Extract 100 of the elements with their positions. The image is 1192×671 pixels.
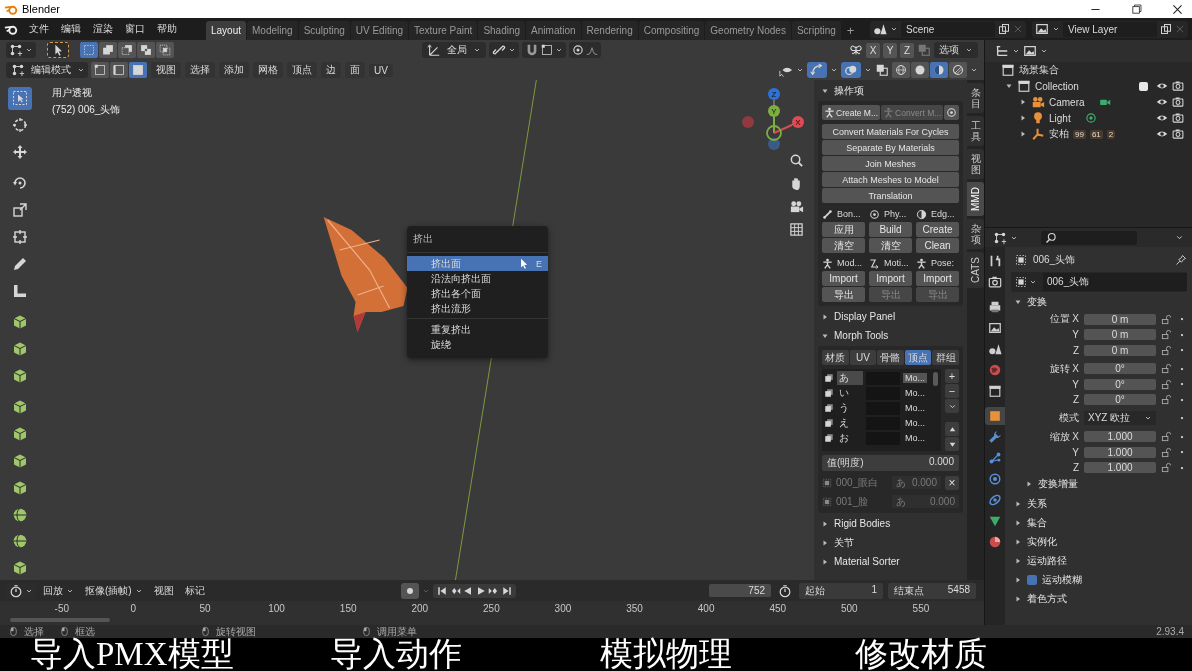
shading-button[interactable] — [949, 62, 967, 78]
open-lock-icon[interactable] — [1161, 313, 1172, 325]
collapsed-triangle-icon[interactable] — [821, 519, 829, 528]
morph-type-tab[interactable]: 顶点 — [904, 350, 932, 365]
panel-title[interactable]: Morph Tools — [834, 330, 889, 341]
workspace-tab[interactable]: Animation — [526, 21, 581, 40]
number-field[interactable]: 0° — [1084, 394, 1156, 406]
sidebar-tab[interactable]: MMD — [967, 182, 984, 216]
morph-type-tab[interactable]: 骨骼 — [877, 350, 904, 365]
shading-button[interactable] — [911, 62, 929, 78]
collapsed-triangle-icon[interactable] — [1014, 500, 1022, 508]
menu-item[interactable]: 编辑 — [56, 22, 86, 36]
pin-icon[interactable] — [1175, 254, 1187, 266]
menu-dropdown[interactable]: 回放 — [39, 583, 78, 598]
workspace-tab[interactable]: Geometry Nodes — [705, 21, 791, 40]
render-camera-icon[interactable] — [1172, 112, 1184, 124]
move-up-button[interactable] — [945, 422, 959, 436]
movie-camera-icon[interactable] — [789, 199, 804, 214]
operator-button[interactable]: 清空 — [822, 238, 865, 253]
tree-item[interactable]: 场景集合 — [1019, 63, 1059, 77]
collapsed-triangle-icon[interactable] — [1025, 480, 1033, 488]
expanded-triangle-icon[interactable] — [1005, 82, 1013, 90]
panel-title[interactable]: 操作项 — [834, 83, 864, 98]
sidebar-tab[interactable]: CATS — [967, 251, 984, 288]
number-field[interactable]: 0 m — [1084, 344, 1156, 356]
cone-sphere-icon[interactable] — [873, 22, 887, 36]
start-frame-field[interactable]: 起始 1 — [799, 582, 883, 599]
workspace-tab[interactable]: Shading — [478, 21, 526, 40]
open-lock-icon[interactable] — [1161, 344, 1172, 356]
number-field[interactable]: 0 m — [1084, 329, 1156, 341]
operator-button[interactable]: Convert Materials For Cycles — [822, 124, 959, 139]
skip-end-icon[interactable] — [501, 584, 514, 597]
mirror-axis-toggle[interactable]: X — [866, 42, 880, 58]
shading-button[interactable] — [892, 62, 910, 78]
stopwatch-icon[interactable] — [778, 583, 792, 598]
operator-button[interactable]: Translation — [822, 188, 959, 203]
checkbox[interactable] — [1139, 81, 1148, 91]
caret-icon[interactable] — [1175, 233, 1184, 242]
select-mode-button[interactable] — [129, 62, 147, 78]
menu-item[interactable]: 视图 — [149, 583, 178, 598]
mirror-axis-toggle[interactable]: Y — [883, 42, 897, 58]
menu-item[interactable]: 窗口 — [120, 22, 150, 36]
panel-title[interactable]: 关节 — [834, 535, 854, 550]
number-field[interactable]: 值(明度) 0.000 — [822, 455, 959, 471]
morph-type-tab[interactable]: 材质 — [822, 350, 849, 365]
collapsed-triangle-icon[interactable] — [821, 557, 829, 566]
open-lock-icon[interactable] — [1161, 378, 1172, 390]
menu-item[interactable]: 挤出各个面 — [407, 286, 548, 301]
open-lock-icon[interactable] — [1161, 446, 1172, 458]
menu-item[interactable]: 标记 — [180, 583, 209, 598]
open-lock-icon[interactable] — [1161, 394, 1172, 406]
editor-type-icon[interactable] — [993, 230, 1007, 245]
menu-item[interactable]: 旋绕 — [407, 337, 548, 352]
expanded-triangle-icon[interactable] — [1014, 298, 1022, 306]
butterfly-icon[interactable] — [849, 43, 863, 57]
menu-item[interactable]: 添加 — [219, 62, 249, 78]
menu-item[interactable]: 选择 — [185, 62, 215, 78]
workspace-tab[interactable]: Modeling — [247, 21, 298, 40]
panel-title[interactable]: 变换增量 — [1038, 477, 1078, 491]
number-field[interactable]: 0° — [1084, 378, 1156, 390]
add-workspace-button[interactable]: + — [841, 21, 860, 40]
mirror-axis-toggle[interactable]: Z — [900, 42, 914, 58]
scrollbar[interactable] — [933, 372, 938, 386]
panel-title[interactable]: Rigid Bodies — [834, 518, 891, 529]
maximize-icon[interactable] — [1130, 2, 1143, 16]
options-dropdown[interactable]: 选项 — [934, 42, 978, 58]
orientation-dropdown[interactable]: 全局 — [422, 42, 486, 58]
number-field[interactable]: 1.000 — [1084, 431, 1156, 443]
morph-type-tab[interactable]: UV — [849, 350, 877, 365]
tree-item[interactable]: Collection — [1035, 80, 1079, 92]
operator-button[interactable]: 清空 — [869, 238, 912, 253]
operator-button[interactable]: Create — [916, 222, 959, 237]
operator-button[interactable]: Import — [822, 271, 865, 286]
scrollbar[interactable] — [10, 618, 110, 622]
menu-item[interactable]: 渲染 — [88, 22, 118, 36]
panel-title[interactable]: 实例化 — [1027, 535, 1057, 549]
image-icon[interactable] — [1023, 44, 1037, 58]
collapsed-triangle-icon[interactable] — [821, 312, 829, 321]
menu-button[interactable] — [945, 399, 959, 413]
collapsed-triangle-icon[interactable] — [1014, 576, 1022, 584]
number-field[interactable]: 1.000 — [1084, 462, 1156, 474]
grid-icon[interactable] — [789, 222, 804, 237]
menu-item[interactable]: 面 — [345, 62, 365, 78]
operator-button[interactable]: Import — [916, 271, 959, 286]
collapsed-triangle-icon[interactable] — [1014, 519, 1022, 527]
overlay-toggle[interactable] — [841, 62, 861, 78]
selection-mode-button[interactable] — [99, 42, 117, 58]
collapsed-triangle-icon[interactable] — [821, 538, 829, 547]
overlap-squares-icon[interactable] — [875, 63, 889, 77]
navigation-gizmo[interactable]: Z Y X — [740, 86, 806, 150]
morph-name[interactable]: う — [837, 401, 863, 415]
close-icon[interactable] — [1171, 2, 1184, 16]
menu-item[interactable]: 挤出面 E — [407, 256, 548, 271]
open-lock-icon[interactable] — [1161, 329, 1172, 341]
zoom-icon[interactable] — [789, 153, 804, 168]
remove-button[interactable]: − — [945, 384, 959, 398]
number-field[interactable]: 1.000 — [1084, 446, 1156, 458]
operator-button[interactable]: Join Meshes — [822, 156, 959, 171]
open-lock-icon[interactable] — [1161, 462, 1172, 474]
add-button[interactable]: + — [945, 369, 959, 383]
